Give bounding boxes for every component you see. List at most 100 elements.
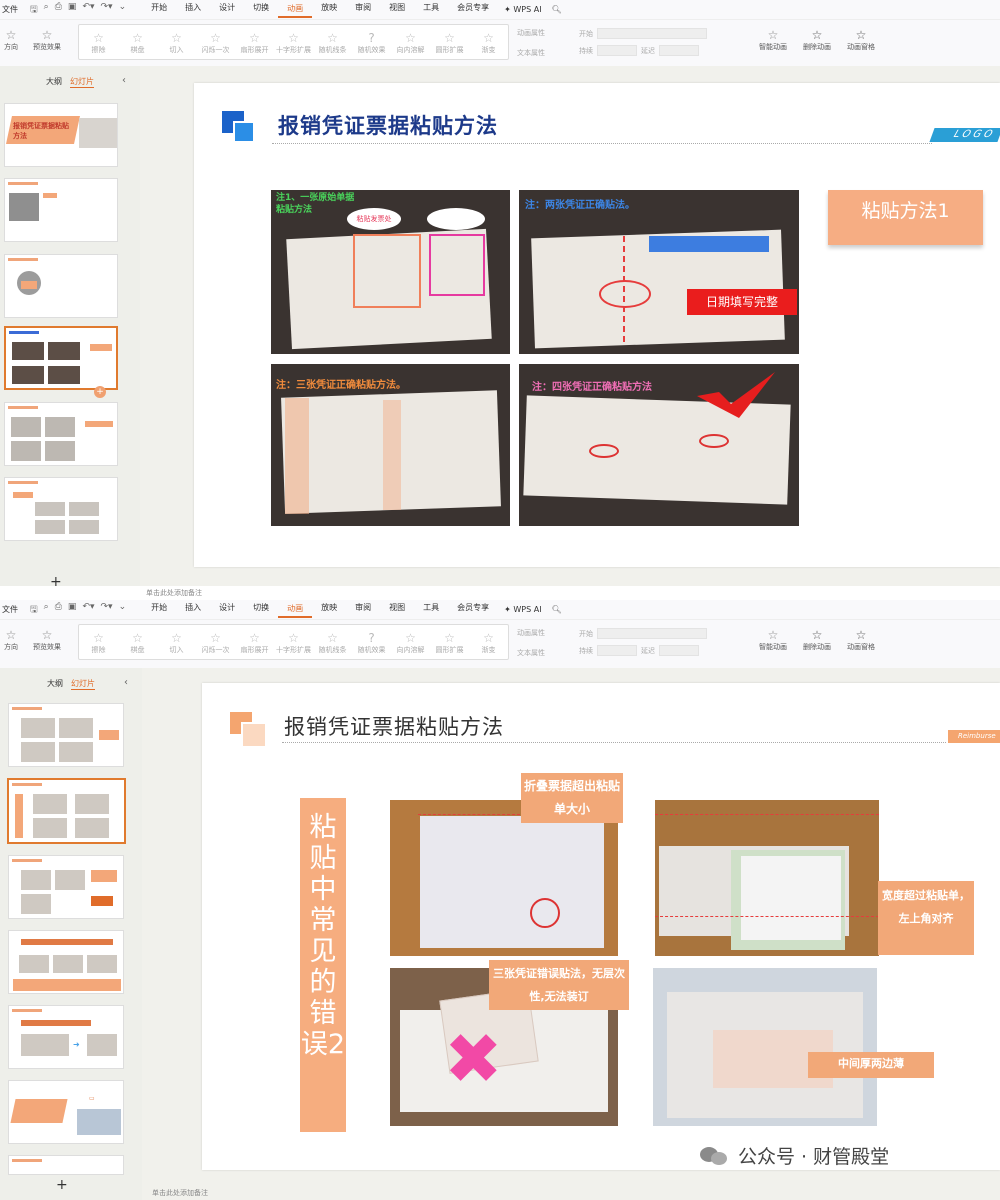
search-doc-icon[interactable]: ⌕	[44, 602, 49, 618]
menu-design[interactable]: 设计	[210, 2, 244, 18]
anim-props-button[interactable]: 动画属性	[517, 628, 575, 638]
delay-input[interactable]	[659, 45, 699, 56]
collapse-icon[interactable]: ‹	[124, 677, 128, 688]
effect-button[interactable]: ☆ 擦除	[79, 625, 118, 659]
export-icon[interactable]: ▣	[68, 602, 77, 618]
slide-thumb[interactable]: 报销凭证票据粘贴方法	[4, 103, 118, 167]
effect-button[interactable]: ☆ 棋盘	[118, 625, 157, 659]
save-icon[interactable]: 🖫	[30, 2, 38, 18]
wps-ai-button[interactable]: ✦ WPS AI	[504, 5, 541, 14]
effect-button[interactable]: ☆ 渐变	[469, 625, 508, 659]
menu-insert[interactable]: 插入	[176, 602, 210, 618]
slide-thumb[interactable]	[8, 930, 124, 994]
menu-slideshow[interactable]: 放映	[312, 602, 346, 618]
menu-home[interactable]: 开始	[142, 2, 176, 18]
slide-thumb[interactable]	[4, 402, 118, 466]
effect-button[interactable]: ☆ 闪烁一次	[196, 25, 235, 59]
smart-anim-button[interactable]: ☆ 智能动画	[751, 22, 795, 52]
redo-icon[interactable]: ↷▾	[101, 602, 113, 618]
menu-transition[interactable]: 切换	[244, 2, 278, 18]
effect-button[interactable]: ☆ 随机线条	[313, 625, 352, 659]
slide-thumb-selected[interactable]	[4, 326, 118, 390]
tab-slides[interactable]: 幻灯片	[70, 76, 94, 88]
effect-button[interactable]: ☆ 棋盘	[118, 25, 157, 59]
menu-slideshow[interactable]: 放映	[312, 2, 346, 18]
direction-button[interactable]: ☆ 方向	[0, 622, 22, 652]
menu-animation[interactable]: 动画	[278, 2, 313, 18]
preview-effects-button[interactable]: ☆ 预览效果	[22, 22, 72, 52]
notes-placeholder[interactable]: 单击此处添加备注	[152, 1188, 208, 1198]
save-icon[interactable]: 🖫	[30, 602, 38, 618]
tab-outline[interactable]: 大纲	[47, 678, 63, 690]
menu-review[interactable]: 审阅	[346, 602, 380, 618]
slide-thumb[interactable]	[4, 178, 118, 242]
slide-thumb[interactable]	[8, 855, 124, 919]
menu-design[interactable]: 设计	[210, 602, 244, 618]
menu-tools[interactable]: 工具	[414, 2, 448, 18]
menu-view[interactable]: 视图	[380, 602, 414, 618]
add-anim-icon[interactable]: +	[94, 386, 106, 398]
menu-view[interactable]: 视图	[380, 2, 414, 18]
slide-thumb[interactable]: ➜	[8, 1005, 124, 1069]
tab-slides[interactable]: 幻灯片	[71, 678, 95, 690]
slide-thumb[interactable]	[4, 477, 118, 541]
effect-button[interactable]: ☆ 渐变	[469, 25, 508, 59]
print-icon[interactable]: ⎙	[55, 2, 62, 18]
effect-button[interactable]: ☆ 圆形扩展	[430, 25, 469, 59]
undo-icon[interactable]: ↶▾	[82, 2, 94, 18]
effect-button[interactable]: ☆ 闪烁一次	[196, 625, 235, 659]
delay-input[interactable]	[659, 645, 699, 656]
file-menu[interactable]: 文件	[0, 4, 22, 15]
effect-button[interactable]: ? 随机效果	[352, 25, 391, 59]
export-icon[interactable]: ▣	[68, 2, 77, 18]
slide-thumb[interactable]	[8, 1155, 124, 1175]
notes-placeholder[interactable]: 单击此处添加备注	[146, 588, 202, 598]
direction-button[interactable]: ☆ 方向	[0, 22, 22, 52]
effect-button[interactable]: ☆ 扇形展开	[235, 625, 274, 659]
effect-button[interactable]: ☆ 切入	[157, 25, 196, 59]
tab-outline[interactable]: 大纲	[46, 76, 62, 88]
collapse-icon[interactable]: ‹	[122, 75, 126, 86]
smart-anim-button[interactable]: ☆ 智能动画	[751, 622, 795, 652]
more-icon[interactable]: ⌄	[119, 602, 127, 618]
wps-ai-button[interactable]: ✦ WPS AI	[504, 605, 541, 614]
effect-button[interactable]: ☆ 扇形展开	[235, 25, 274, 59]
duration-input[interactable]	[597, 645, 637, 656]
effect-button[interactable]: ☆ 十字形扩展	[274, 625, 313, 659]
effect-button[interactable]: ☆ 向内溶解	[391, 25, 430, 59]
menu-tools[interactable]: 工具	[414, 602, 448, 618]
anim-pane-button[interactable]: ☆ 动画窗格	[839, 22, 883, 52]
effect-button[interactable]: ☆ 切入	[157, 625, 196, 659]
menu-review[interactable]: 审阅	[346, 2, 380, 18]
preview-effects-button[interactable]: ☆ 预览效果	[22, 622, 72, 652]
effect-button[interactable]: ☆ 随机线条	[313, 25, 352, 59]
menu-member[interactable]: 会员专享	[448, 602, 498, 618]
slide-thumb[interactable]: ▭	[8, 1080, 124, 1144]
menu-animation[interactable]: 动画	[278, 602, 313, 618]
add-slide-button[interactable]: +	[50, 574, 62, 590]
effect-button[interactable]: ☆ 擦除	[79, 25, 118, 59]
search-icon[interactable]: 🔍︎	[552, 5, 562, 14]
start-select[interactable]	[597, 28, 707, 39]
delete-anim-button[interactable]: ☆ 删除动画	[795, 622, 839, 652]
menu-insert[interactable]: 插入	[176, 2, 210, 18]
menu-transition[interactable]: 切换	[244, 602, 278, 618]
file-menu[interactable]: 文件	[0, 604, 22, 615]
effect-button[interactable]: ? 随机效果	[352, 625, 391, 659]
add-slide-button[interactable]: +	[56, 1177, 68, 1193]
more-icon[interactable]: ⌄	[119, 2, 127, 18]
text-props-button[interactable]: 文本属性	[517, 648, 575, 658]
menu-home[interactable]: 开始	[142, 602, 176, 618]
menu-member[interactable]: 会员专享	[448, 2, 498, 18]
anim-pane-button[interactable]: ☆ 动画窗格	[839, 622, 883, 652]
slide-thumb[interactable]	[8, 703, 124, 767]
undo-icon[interactable]: ↶▾	[82, 602, 94, 618]
slide-thumb-selected[interactable]	[7, 778, 126, 844]
search-icon[interactable]: 🔍︎	[552, 605, 562, 614]
slide-thumb[interactable]	[4, 254, 118, 318]
duration-input[interactable]	[597, 45, 637, 56]
effect-button[interactable]: ☆ 圆形扩展	[430, 625, 469, 659]
anim-props-button[interactable]: 动画属性	[517, 28, 575, 38]
search-doc-icon[interactable]: ⌕	[44, 2, 49, 18]
effect-button[interactable]: ☆ 向内溶解	[391, 625, 430, 659]
